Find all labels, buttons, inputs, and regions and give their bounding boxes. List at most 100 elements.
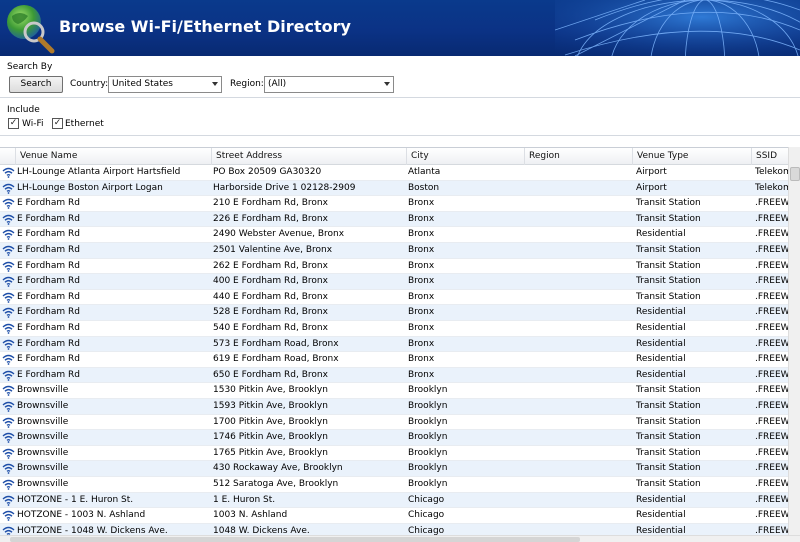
table-row[interactable]: LH-Lounge Atlanta Airport Hartsfield PO B… xyxy=(0,165,788,181)
search-by-panel: Search By Search Country: United States … xyxy=(0,56,800,98)
cell-street-address: 430 Rockaway Ave, Brooklyn xyxy=(213,463,343,474)
cell-venue-name: Brownsville xyxy=(17,401,69,411)
cell-ssid: .FREEWiFi xyxy=(755,291,788,302)
column-header-venue-type[interactable]: Venue Type xyxy=(633,148,752,165)
wifi-icon xyxy=(2,370,15,381)
cell-ssid: .FREEWiFi xyxy=(755,447,788,458)
country-select[interactable]: United States xyxy=(108,76,222,93)
table-row[interactable]: Brownsville 1593 Pitkin Ave, Brooklyn Broo… xyxy=(0,399,788,415)
cell-venue-name: E Fordham Rd xyxy=(17,291,80,302)
cell-ssid: Telekom xyxy=(755,182,788,193)
search-button[interactable]: Search xyxy=(9,76,63,93)
column-header-ssid[interactable]: SSID xyxy=(752,148,788,165)
column-header-region[interactable]: Region xyxy=(525,148,633,165)
column-header-city[interactable]: City xyxy=(407,148,525,165)
wifi-icon xyxy=(2,339,15,350)
cell-street-address: 1746 Pitkin Ave, Brooklyn xyxy=(213,432,328,443)
table-row[interactable]: LH-Lounge Boston Airport Logan Harborside… xyxy=(0,180,788,197)
vertical-scrollbar[interactable] xyxy=(788,147,800,535)
table-row[interactable]: Brownsville 1746 Pitkin Ave, Brooklyn Broo… xyxy=(0,430,788,446)
table-row[interactable]: E Fordham Rd 528 E Fordham Rd, Bronx Bronx… xyxy=(0,305,788,321)
cell-street-address: 2501 Valentine Ave, Bronx xyxy=(213,245,333,255)
cell-venue-name: E Fordham Rd xyxy=(17,260,80,271)
cell-venue-type: Transit Station xyxy=(636,213,701,224)
cell-venue-name: LH-Lounge Boston Airport Logan xyxy=(17,182,163,193)
cell-city: Brooklyn xyxy=(408,401,448,411)
wifi-icon xyxy=(2,323,15,334)
cell-ssid: .FREEWiFi xyxy=(755,245,788,255)
cell-ssid: .FREEWiFi xyxy=(755,416,788,427)
table-row[interactable]: Brownsville 512 Saratoga Ave, Brooklyn Bro… xyxy=(0,477,788,493)
table-row[interactable]: E Fordham Rd 210 E Fordham Rd, Bronx Bronx… xyxy=(0,196,788,212)
cell-region xyxy=(529,368,633,383)
cell-city: Chicago xyxy=(408,525,445,535)
horizontal-scrollbar[interactable] xyxy=(0,535,800,542)
ethernet-checkbox-label: Ethernet xyxy=(65,119,104,129)
cell-street-address: PO Box 20509 GA30320 xyxy=(213,167,322,177)
column-header-venue-name[interactable]: Venue Name xyxy=(16,148,212,165)
cell-region xyxy=(529,415,633,430)
cell-region xyxy=(529,508,633,523)
horizontal-scroll-thumb[interactable] xyxy=(10,537,580,542)
cell-ssid: .FREEWiFi xyxy=(755,307,788,318)
table-row[interactable]: E Fordham Rd 650 E Fordham Rd, Bronx Bronx… xyxy=(0,367,788,384)
cell-region xyxy=(529,243,633,258)
wifi-icon xyxy=(2,261,15,272)
table-row[interactable]: HOTZONE - 1003 N. Ashland 1003 N. Ashland… xyxy=(0,508,788,524)
cell-city: Bronx xyxy=(408,354,435,365)
cell-street-address: 528 E Fordham Rd, Bronx xyxy=(213,307,328,318)
cell-city: Bronx xyxy=(408,307,435,318)
table-row[interactable]: E Fordham Rd 2501 Valentine Ave, Bronx Bro… xyxy=(0,243,788,259)
cell-region xyxy=(529,352,633,367)
cell-venue-type: Transit Station xyxy=(636,432,701,443)
wifi-icon xyxy=(2,401,15,412)
table-row[interactable]: E Fordham Rd 400 E Fordham Rd, Bronx Bronx… xyxy=(0,274,788,290)
cell-ssid: Telekom xyxy=(755,167,788,177)
cell-venue-name: E Fordham Rd xyxy=(17,369,80,380)
table-row[interactable]: Brownsville 1700 Pitkin Ave, Brooklyn Broo… xyxy=(0,415,788,431)
ethernet-checkbox[interactable]: ✓ xyxy=(52,118,63,129)
chevron-down-icon xyxy=(212,82,218,86)
table-row[interactable]: E Fordham Rd 2490 Webster Avenue, Bronx Br… xyxy=(0,227,788,243)
cell-street-address: 262 E Fordham Rd, Bronx xyxy=(213,260,328,271)
cell-region xyxy=(529,196,633,211)
cell-region xyxy=(529,337,633,352)
wifi-icon xyxy=(2,464,15,475)
table-row[interactable]: Brownsville 1530 Pitkin Ave, Brooklyn Broo… xyxy=(0,383,788,399)
vertical-scroll-thumb[interactable] xyxy=(790,167,800,181)
grid-header: Venue Name Street Address City Region Ve… xyxy=(0,148,788,165)
cell-region xyxy=(529,274,633,289)
cell-city: Brooklyn xyxy=(408,447,448,458)
table-row[interactable]: Brownsville 1765 Pitkin Ave, Brooklyn Broo… xyxy=(0,446,788,462)
cell-venue-type: Airport xyxy=(636,167,667,177)
cell-region xyxy=(529,493,633,508)
cell-street-address: 1003 N. Ashland xyxy=(213,510,288,521)
directory-grid[interactable]: Venue Name Street Address City Region Ve… xyxy=(0,147,788,535)
cell-region xyxy=(529,461,633,476)
table-row[interactable]: Brownsville 430 Rockaway Ave, Brooklyn Bro… xyxy=(0,461,788,477)
cell-ssid: .FREEWiFi xyxy=(755,401,788,411)
cell-venue-type: Residential xyxy=(636,307,686,318)
table-row[interactable]: E Fordham Rd 262 E Fordham Rd, Bronx Bronx… xyxy=(0,259,788,275)
table-row[interactable]: E Fordham Rd 540 E Fordham Rd, Bronx Bronx… xyxy=(0,321,788,337)
wifi-icon xyxy=(2,510,15,522)
cell-region xyxy=(529,399,633,414)
wifi-icon xyxy=(2,308,15,319)
table-row[interactable]: HOTZONE - 1 E. Huron St. 1 E. Huron St. Ch… xyxy=(0,492,788,509)
table-row[interactable]: E Fordham Rd 440 E Fordham Rd, Bronx Bronx… xyxy=(0,290,788,306)
cell-street-address: 226 E Fordham Rd, Bronx xyxy=(213,213,328,224)
globe-search-icon xyxy=(7,5,55,54)
region-select[interactable]: (All) xyxy=(264,76,394,93)
cell-venue-type: Residential xyxy=(636,494,686,505)
cell-venue-name: E Fordham Rd xyxy=(17,229,80,240)
table-row[interactable]: HOTZONE - 1048 W. Dickens Ave. 1048 W. Di… xyxy=(0,523,788,535)
table-row[interactable]: E Fordham Rd 573 E Fordham Road, Bronx Bro… xyxy=(0,336,788,353)
column-header-street-address[interactable]: Street Address xyxy=(212,148,407,165)
table-row[interactable]: E Fordham Rd 226 E Fordham Rd, Bronx Bronx… xyxy=(0,211,788,228)
wifi-checkbox[interactable]: ✓ xyxy=(8,118,19,129)
country-value: United States xyxy=(112,79,173,89)
cell-ssid: .FREEWiFi xyxy=(755,198,788,209)
include-panel: Include ✓ Wi-Fi ✓ Ethernet xyxy=(0,99,800,136)
cell-street-address: 210 E Fordham Rd, Bronx xyxy=(213,198,328,209)
table-row[interactable]: E Fordham Rd 619 E Fordham Road, Bronx Bro… xyxy=(0,352,788,368)
